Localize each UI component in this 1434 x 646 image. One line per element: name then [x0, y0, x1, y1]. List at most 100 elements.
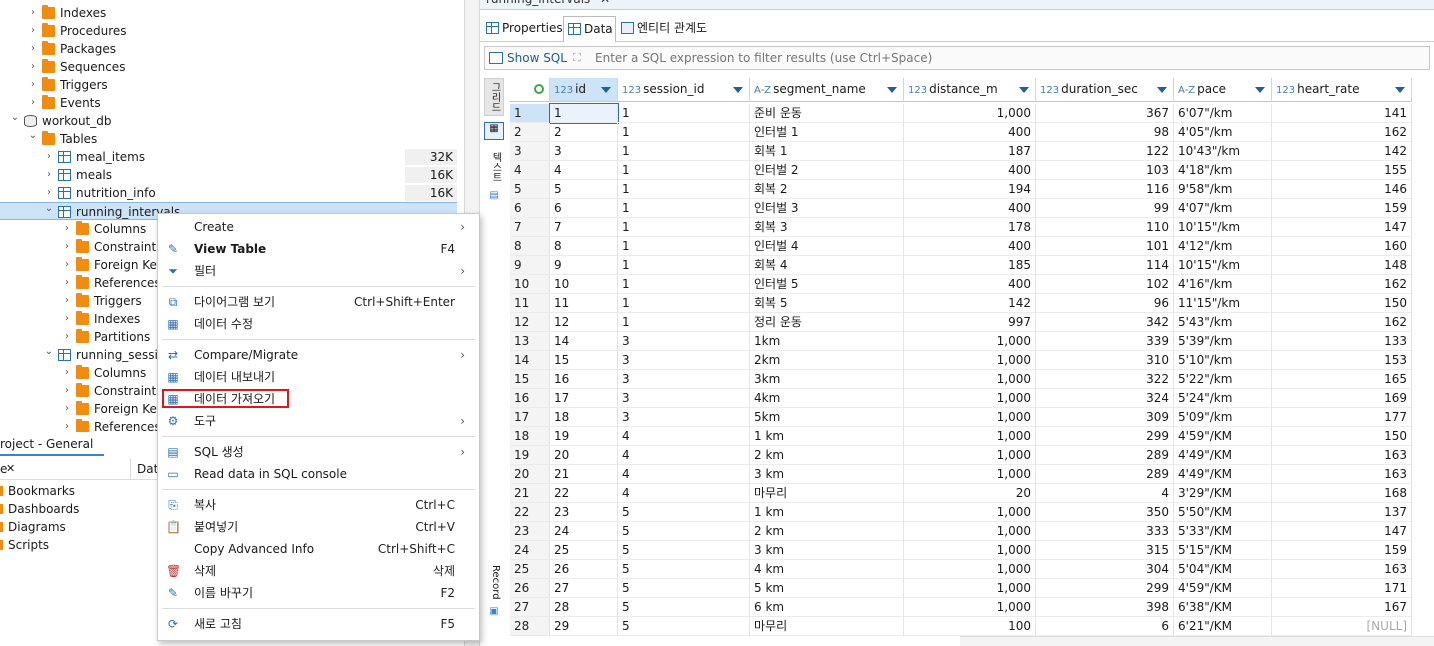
row-number[interactable]: 18 — [510, 427, 550, 446]
tree-item[interactable]: › meals 16K — [0, 166, 462, 184]
table-cell[interactable]: 187 — [904, 142, 1036, 161]
tree-item[interactable]: ⌄ workout_db — [0, 112, 462, 130]
table-cell[interactable]: 322 — [1036, 370, 1174, 389]
table-cell[interactable]: 10 — [550, 275, 618, 294]
text-mode-button[interactable]: 텍스트 — [484, 148, 504, 186]
table-cell[interactable]: 1,000 — [904, 503, 1036, 522]
table-cell[interactable]: 4'59"/KM — [1174, 579, 1272, 598]
tree-item[interactable]: › meal_items 32K — [0, 148, 462, 166]
table-cell[interactable]: 299 — [1036, 427, 1174, 446]
table-cell[interactable]: 310 — [1036, 351, 1174, 370]
table-cell[interactable]: 20 — [550, 446, 618, 465]
row-number[interactable]: 8 — [510, 237, 550, 256]
table-row[interactable]: 17 18 3 5km 1,000 309 5'09"/km 177 — [510, 408, 1434, 427]
table-cell[interactable]: 350 — [1036, 503, 1174, 522]
table-cell[interactable]: 3km — [750, 370, 904, 389]
table-cell[interactable]: 4'59"/KM — [1174, 427, 1272, 446]
record-mode-button[interactable]: Record — [484, 562, 504, 602]
grid-mode-button[interactable]: 그리드 — [484, 78, 504, 116]
table-cell[interactable]: 122 — [1036, 142, 1174, 161]
table-cell[interactable]: 11 — [550, 294, 618, 313]
table-cell[interactable]: 1 — [618, 180, 750, 199]
table-cell[interactable]: 309 — [1036, 408, 1174, 427]
table-cell[interactable]: 4 — [618, 484, 750, 503]
menu-item[interactable]: ✎ View Table F4 — [158, 238, 479, 260]
table-cell[interactable]: 6'21"/KM — [1174, 617, 1272, 636]
table-cell[interactable]: 3'29"/KM — [1174, 484, 1272, 503]
row-number[interactable]: 4 — [510, 161, 550, 180]
column-header-segment_name[interactable]: A-Z segment_name — [750, 78, 904, 102]
sort-dropdown-icon[interactable] — [887, 87, 897, 93]
table-cell[interactable]: 5'15"/KM — [1174, 541, 1272, 560]
menu-item[interactable]: ⚙ 도구 › — [158, 410, 479, 432]
table-cell[interactable]: 6 — [550, 199, 618, 218]
sort-dropdown-icon[interactable] — [601, 87, 611, 93]
table-cell[interactable]: 997 — [904, 313, 1036, 332]
column-header-session_id[interactable]: 123 session_id — [618, 78, 750, 102]
table-cell[interactable]: 17 — [550, 389, 618, 408]
table-cell[interactable]: 1,000 — [904, 446, 1036, 465]
table-cell[interactable]: 25 — [550, 541, 618, 560]
table-cell[interactable]: 회복 2 — [750, 180, 904, 199]
table-cell[interactable]: 141 — [1272, 104, 1412, 123]
table-cell[interactable]: 4'49"/KM — [1174, 465, 1272, 484]
table-cell[interactable]: 6'07"/km — [1174, 104, 1272, 123]
table-cell[interactable]: 10'15"/km — [1174, 218, 1272, 237]
table-row[interactable]: 26 27 5 5 km 1,000 299 4'59"/KM 171 — [510, 579, 1434, 598]
table-row[interactable]: 24 25 5 3 km 1,000 315 5'15"/KM 159 — [510, 541, 1434, 560]
table-cell[interactable]: 163 — [1272, 465, 1412, 484]
row-number[interactable]: 6 — [510, 199, 550, 218]
table-cell[interactable]: 4 km — [750, 560, 904, 579]
table-cell[interactable]: 1,000 — [904, 351, 1036, 370]
table-cell[interactable]: 148 — [1272, 256, 1412, 275]
menu-item[interactable]: Create › — [158, 216, 479, 238]
table-cell[interactable]: 400 — [904, 123, 1036, 142]
table-cell[interactable]: 5 — [618, 522, 750, 541]
table-cell[interactable]: 마무리 — [750, 617, 904, 636]
chevron-icon[interactable]: › — [62, 292, 72, 310]
menu-item[interactable]: 🗑 삭제 삭제 — [158, 560, 479, 582]
table-cell[interactable]: 4 — [618, 446, 750, 465]
table-cell[interactable]: 26 — [550, 560, 618, 579]
table-cell[interactable]: 4'16"/km — [1174, 275, 1272, 294]
row-number[interactable]: 3 — [510, 142, 550, 161]
tree-item[interactable]: › Indexes — [0, 4, 462, 22]
table-row[interactable]: 28 29 5 마무리 100 6 6'21"/KM [NULL] — [510, 617, 1434, 636]
table-cell[interactable]: 5 — [618, 617, 750, 636]
chevron-icon[interactable]: › — [62, 382, 72, 400]
table-cell[interactable]: 5 — [550, 180, 618, 199]
close-icon[interactable]: ✕ — [600, 0, 610, 6]
table-cell[interactable]: 18 — [550, 408, 618, 427]
table-cell[interactable]: 회복 1 — [750, 142, 904, 161]
table-cell[interactable]: 103 — [1036, 161, 1174, 180]
project-tab[interactable]: roject - General ✕ — [0, 432, 104, 475]
table-cell[interactable]: 1 — [618, 199, 750, 218]
table-row[interactable]: 21 22 4 마무리 20 4 3'29"/KM 168 — [510, 484, 1434, 503]
table-cell[interactable]: 1,000 — [904, 332, 1036, 351]
row-number[interactable]: 13 — [510, 332, 550, 351]
table-cell[interactable]: 7 — [550, 218, 618, 237]
table-row[interactable]: 6 6 1 인터벌 3 400 99 4'07"/km 159 — [510, 199, 1434, 218]
table-cell[interactable]: 27 — [550, 579, 618, 598]
row-number[interactable]: 26 — [510, 579, 550, 598]
sort-dropdown-icon[interactable] — [1255, 87, 1265, 93]
row-number[interactable]: 5 — [510, 180, 550, 199]
table-cell[interactable]: 163 — [1272, 560, 1412, 579]
table-cell[interactable]: 14 — [550, 332, 618, 351]
table-cell[interactable]: 9'58"/km — [1174, 180, 1272, 199]
table-cell[interactable]: 9 — [550, 256, 618, 275]
table-cell[interactable]: 2 km — [750, 446, 904, 465]
table-cell[interactable]: 299 — [1036, 579, 1174, 598]
menu-item[interactable]: ▦ 데이터 수정 — [158, 313, 479, 335]
table-row[interactable]: 20 21 4 3 km 1,000 289 4'49"/KM 163 — [510, 465, 1434, 484]
table-cell[interactable]: 4 — [618, 427, 750, 446]
table-cell[interactable]: 169 — [1272, 389, 1412, 408]
table-cell[interactable]: 194 — [904, 180, 1036, 199]
table-cell[interactable]: 163 — [1272, 446, 1412, 465]
menu-item[interactable]: 📋 붙여넣기 Ctrl+V — [158, 516, 479, 538]
table-cell[interactable]: 5'24"/km — [1174, 389, 1272, 408]
table-cell[interactable]: 142 — [904, 294, 1036, 313]
chevron-icon[interactable]: ⌄ — [10, 109, 20, 127]
table-cell[interactable]: [NULL] — [1272, 617, 1412, 636]
table-cell[interactable]: 3 — [550, 142, 618, 161]
